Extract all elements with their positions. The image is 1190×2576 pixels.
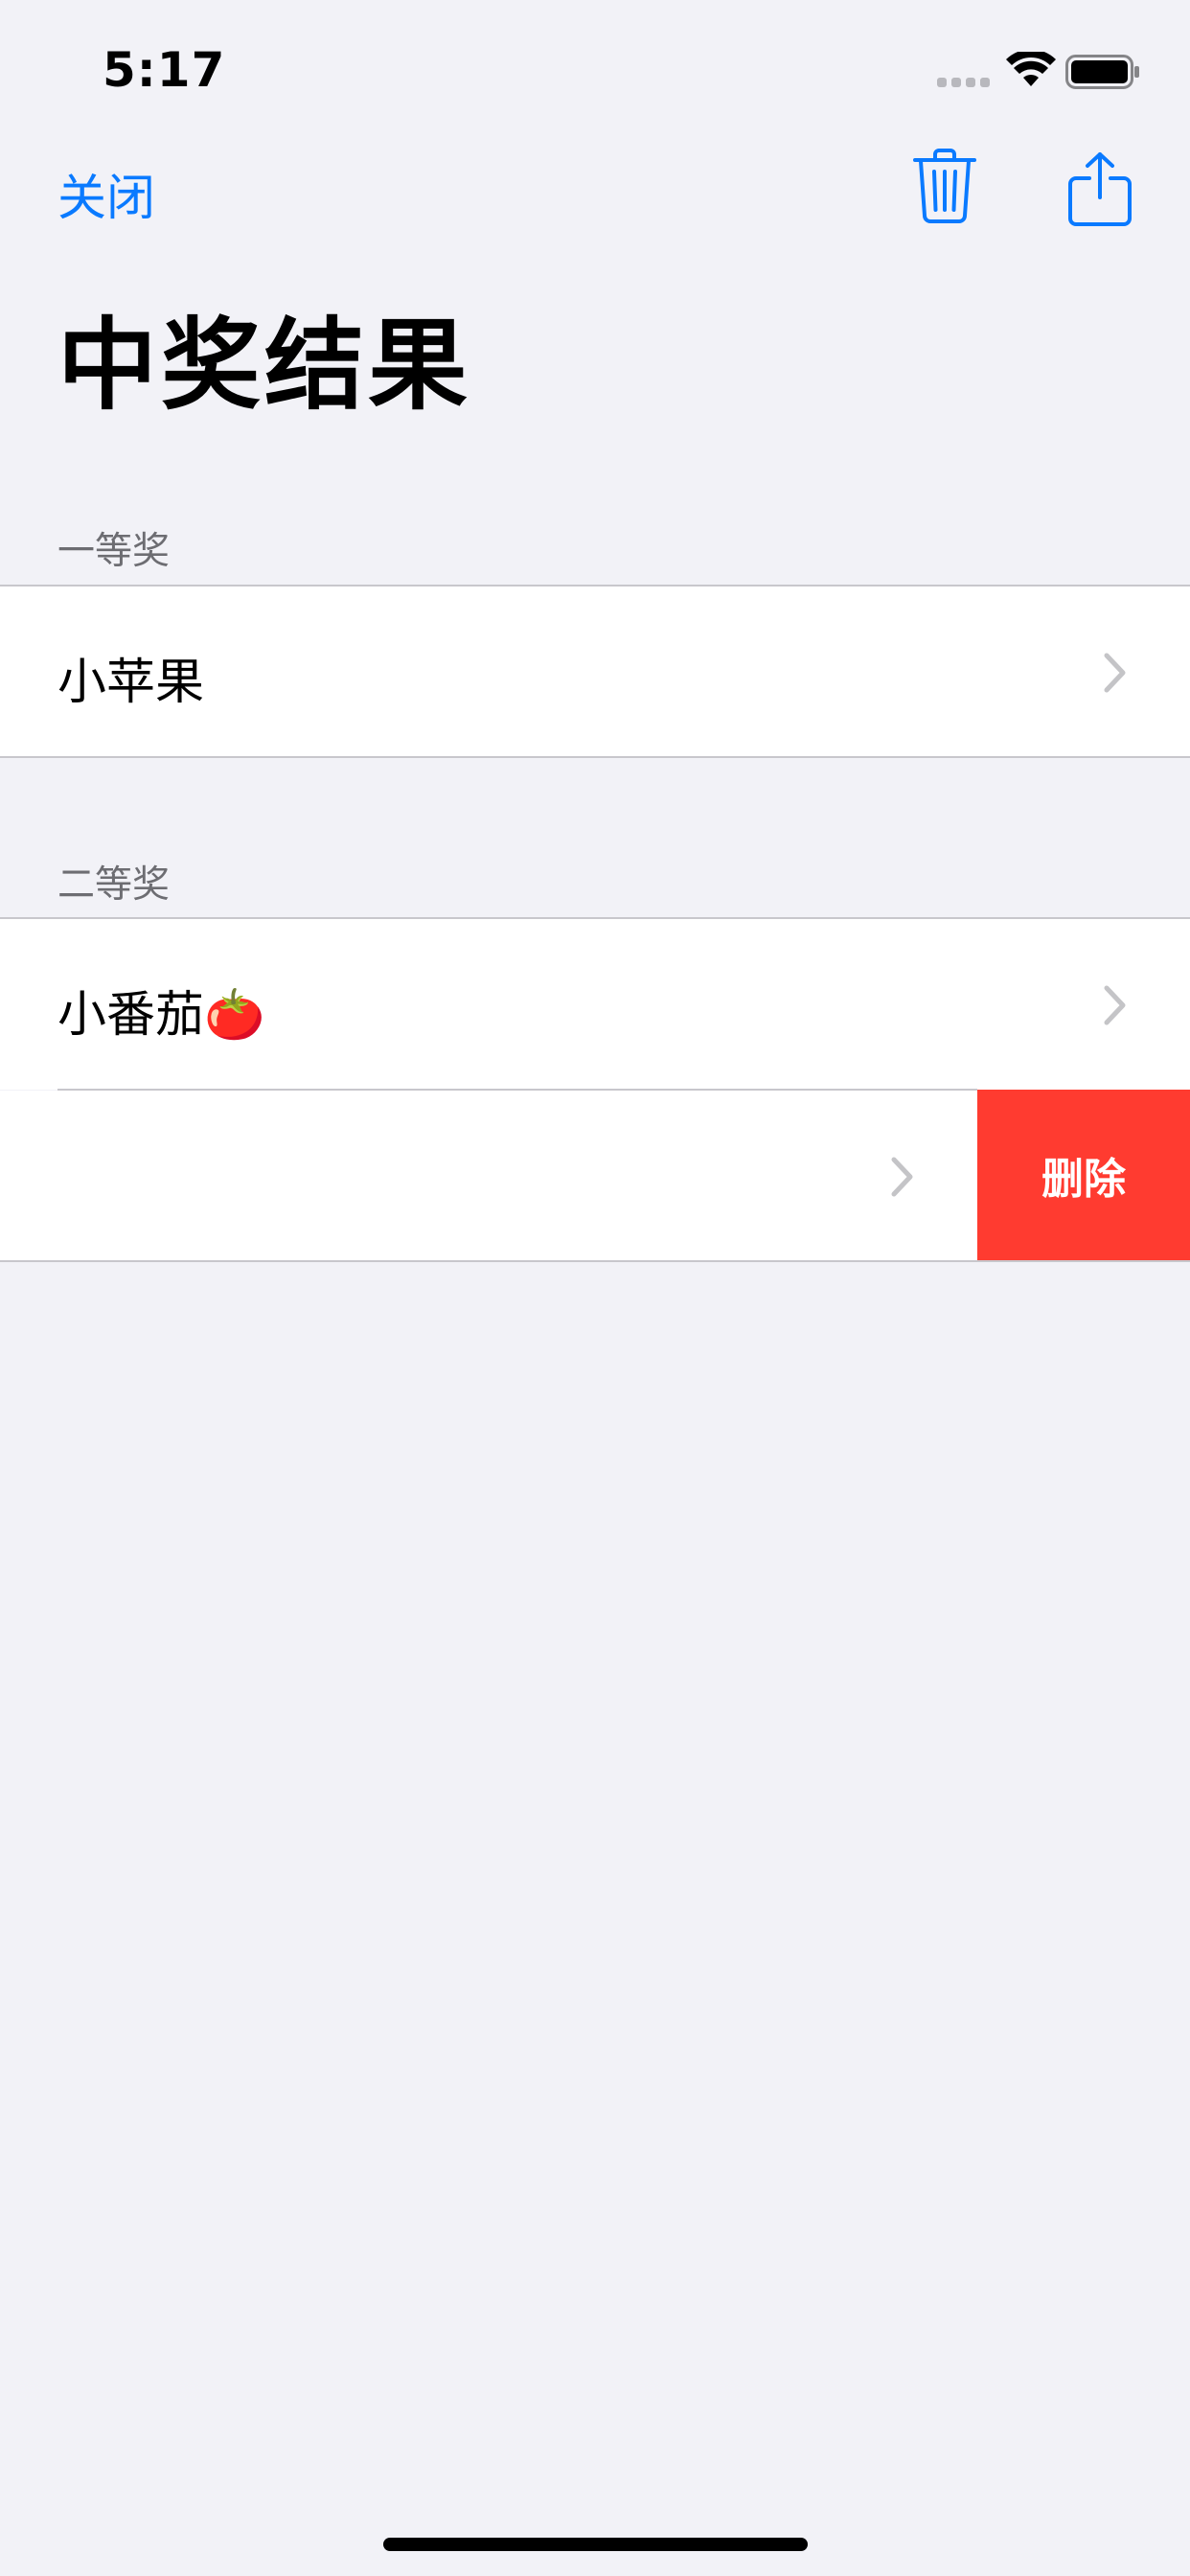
chevron-right-icon [891,1157,913,1197]
list-item[interactable]: 小番茄🍅 [0,919,1190,1090]
cellular-signal-icon [937,78,991,88]
battery-icon [1065,55,1139,89]
section-header-second-prize: 二等奖 [57,863,171,907]
chevron-right-icon [1104,653,1126,693]
separator [0,756,1190,758]
separator [0,1260,1190,1262]
list-item[interactable]: 小苹果 [0,586,1190,757]
section-header-first-prize: 一等奖 [57,530,171,573]
status-time: 5:17 [103,42,226,98]
list-item-label: 小苹果 [57,655,205,711]
list-item-label: 小番茄🍅 [57,987,265,1044]
delete-button[interactable]: 删除 [977,1090,1190,1260]
close-button[interactable]: 关闭 [57,158,155,229]
share-icon[interactable] [1066,151,1133,226]
list-item-swiped[interactable] [0,1091,977,1261]
trash-icon[interactable] [912,149,977,223]
home-indicator[interactable] [383,2538,808,2551]
wifi-icon [1006,52,1056,86]
page-title: 中奖结果 [57,307,472,424]
chevron-right-icon [1104,985,1126,1025]
